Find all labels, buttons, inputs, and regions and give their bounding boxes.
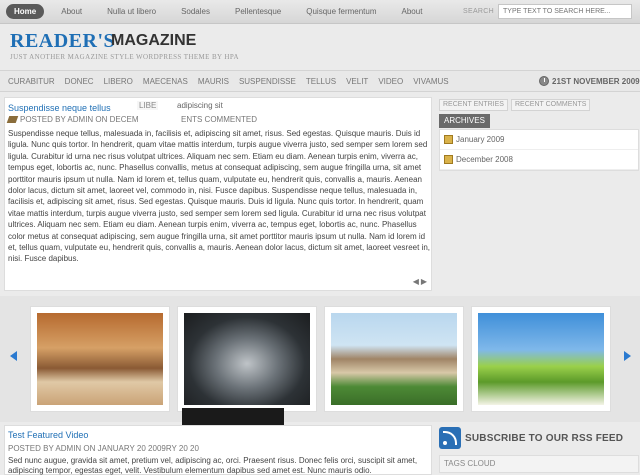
post-meta: POSTED BY ADMIN ON DECEM [6, 115, 139, 124]
nav-quisque-fermentum[interactable]: Quisque fermentum [298, 4, 384, 19]
category-maecenas[interactable]: MAECENAS [143, 77, 188, 86]
post-meta-text: POSTED BY ADMIN ON DECEM [20, 115, 139, 124]
archive-label: January 2009 [456, 135, 505, 144]
category-mauris[interactable]: MAURIS [198, 77, 229, 86]
nav-nulla-ut-libero[interactable]: Nulla ut libero [99, 4, 164, 19]
logo-readers[interactable]: READER'S [10, 30, 115, 53]
top-navigation: Home About Nulla ut libero Sodales Pelle… [0, 0, 640, 24]
post-body: Suspendisse neque tellus, malesuada in, … [8, 129, 430, 264]
rss-subscribe[interactable]: SUBSCRIBE TO OUR RSS FEED [439, 425, 639, 451]
featured-post: Suspendisse neque tellus LIBE adipiscing… [4, 97, 432, 291]
logo-magazine[interactable]: MAGAZINE [111, 32, 196, 50]
carousel-prev-icon[interactable] [10, 351, 17, 361]
category-navigation: CURABITUR DONEC LIBERO MAECENAS MAURIS S… [0, 70, 640, 92]
carousel-next-icon[interactable] [624, 351, 631, 361]
nav-home[interactable]: Home [6, 4, 45, 19]
page-links: Home About Nulla ut libero Sodales Pelle… [6, 4, 439, 19]
post2-meta: POSTED BY ADMIN ON JANUARY 20 2009RY 20 … [8, 444, 199, 453]
date-display: 21ST NOVEMBER 2009 [539, 76, 640, 86]
overlay-text: LIBE [137, 101, 159, 110]
prev-arrow-icon[interactable]: ◀ [413, 277, 419, 286]
tab-recent-comments[interactable]: RECENT COMMENTS [511, 99, 591, 111]
category-libero[interactable]: LIBERO [104, 77, 133, 86]
nav-pellentesque[interactable]: Pellentesque [227, 4, 289, 19]
suv-car-image [184, 313, 310, 405]
nav-about-2[interactable]: About [394, 4, 431, 19]
post2-body: Sed nunc augue, gravida sit amet, pretiu… [8, 456, 418, 475]
post-pager: ◀ ▶ [413, 277, 427, 286]
category-list: CURABITUR DONEC LIBERO MAECENAS MAURIS S… [8, 77, 459, 86]
nav-about[interactable]: About [53, 4, 90, 19]
category-vivamus[interactable]: VIVAMUS [413, 77, 448, 86]
house-image [331, 313, 457, 405]
carousel-thumb-flowers[interactable] [471, 306, 611, 412]
pencil-icon [6, 116, 19, 123]
comments-link[interactable]: ENTS COMMENTED [181, 115, 257, 124]
archive-label: December 2008 [456, 155, 513, 164]
carousel-thumb-car[interactable] [177, 306, 317, 412]
tab-recent-entries[interactable]: RECENT ENTRIES [439, 99, 508, 111]
post2-title[interactable]: Test Featured Video [8, 430, 88, 440]
rss-icon [439, 427, 461, 449]
clock-icon [539, 76, 549, 86]
living-room-image [37, 313, 163, 405]
carousel-thumb-house[interactable] [324, 306, 464, 412]
category-velit[interactable]: VELIT [346, 77, 368, 86]
daisy-field-image [478, 313, 604, 405]
tab-archives[interactable]: ARCHIVES [439, 114, 490, 128]
category-suspendisse[interactable]: SUSPENDISSE [239, 77, 296, 86]
category-donec[interactable]: DONEC [65, 77, 94, 86]
rss-label: SUBSCRIBE TO OUR RSS FEED [465, 432, 624, 444]
archive-item[interactable]: December 2008 [440, 150, 638, 170]
post-title[interactable]: Suspendisse neque tellus [8, 103, 111, 113]
calendar-icon [444, 155, 453, 164]
archive-list: January 2009 December 2008 [439, 129, 639, 171]
overlay-text-2: adipiscing sit [177, 101, 223, 110]
tag-cloud-header: TAGS CLOUD [439, 455, 639, 473]
site-tagline: JUST ANOTHER MAGAZINE STYLE WORDPRESS TH… [10, 53, 239, 61]
search-input[interactable] [498, 4, 632, 19]
archive-item[interactable]: January 2009 [440, 130, 638, 150]
category-curabitur[interactable]: CURABITUR [8, 77, 55, 86]
calendar-icon [444, 135, 453, 144]
current-date: 21ST NOVEMBER 2009 [552, 76, 640, 86]
category-video[interactable]: VIDEO [378, 77, 403, 86]
second-post: Test Featured Video POSTED BY ADMIN ON J… [4, 425, 432, 475]
search-label: SEARCH [463, 8, 494, 15]
carousel-thumb-room[interactable] [30, 306, 170, 412]
nav-sodales[interactable]: Sodales [173, 4, 218, 19]
category-tellus[interactable]: TELLUS [306, 77, 336, 86]
next-arrow-icon[interactable]: ▶ [421, 277, 427, 286]
